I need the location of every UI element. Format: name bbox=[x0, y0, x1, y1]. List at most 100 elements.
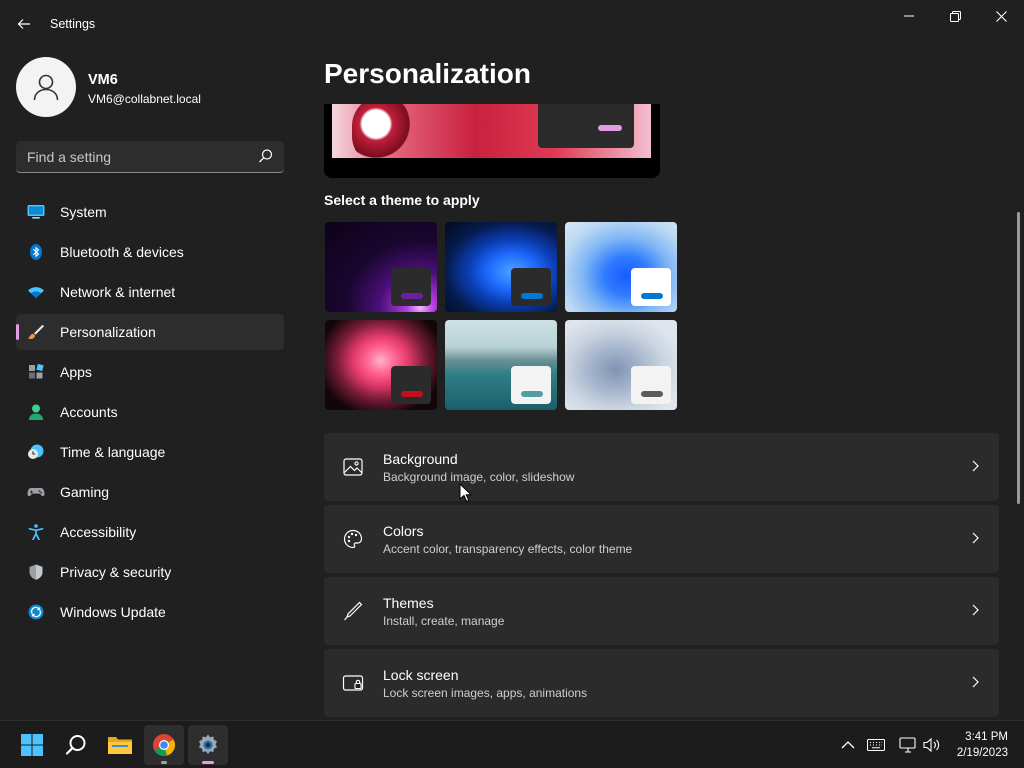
colors-settings-card[interactable]: Colors Accent color, transparency effect… bbox=[324, 505, 999, 573]
person-icon bbox=[29, 404, 43, 420]
pen-icon bbox=[344, 601, 363, 621]
clock-time: 3:41 PM bbox=[965, 731, 1008, 743]
running-indicator bbox=[161, 761, 167, 764]
sidebar-item-label: Windows Update bbox=[60, 604, 166, 620]
sidebar-item-privacy[interactable]: Privacy & security bbox=[16, 554, 284, 590]
bluetooth-icon bbox=[30, 244, 42, 260]
gamepad-icon bbox=[27, 488, 45, 497]
card-title: Colors bbox=[383, 523, 424, 539]
settings-window: Settings VM6 VM6@collabnet.local System … bbox=[0, 0, 1024, 720]
theme-accent-swatch bbox=[641, 391, 663, 397]
theme-tile-lake[interactable] bbox=[445, 320, 557, 410]
sidebar-item-label: Accounts bbox=[60, 404, 118, 420]
user-name: VM6 bbox=[88, 72, 118, 88]
close-icon bbox=[995, 10, 1007, 22]
content-scrollbar[interactable] bbox=[1017, 212, 1020, 504]
minimize-icon bbox=[904, 15, 914, 17]
sidebar-item-label: Accessibility bbox=[60, 524, 137, 540]
theme-tile-captured-motion[interactable] bbox=[325, 320, 437, 410]
back-arrow-icon bbox=[17, 19, 30, 29]
active-indicator bbox=[202, 761, 214, 764]
sidebar-item-label: Privacy & security bbox=[60, 564, 172, 580]
theme-tile-glow[interactable] bbox=[325, 222, 437, 312]
sidebar-item-label: Gaming bbox=[60, 484, 110, 500]
theme-mini-window bbox=[511, 366, 551, 404]
avatar[interactable] bbox=[16, 57, 76, 117]
clock-globe-icon bbox=[28, 444, 44, 459]
sidebar-item-label: Bluetooth & devices bbox=[60, 244, 184, 260]
theme-mini-window bbox=[511, 268, 551, 306]
lock-screen-settings-card[interactable]: Lock screen Lock screen images, apps, an… bbox=[324, 649, 999, 717]
theme-tile-flow[interactable] bbox=[565, 320, 677, 410]
chevron-right-icon bbox=[972, 532, 979, 544]
keyboard-icon bbox=[867, 739, 885, 751]
close-button[interactable] bbox=[978, 0, 1024, 32]
minimize-button[interactable] bbox=[886, 0, 932, 32]
chrome-icon bbox=[153, 734, 175, 757]
sidebar-item-time-language[interactable]: Time & language bbox=[16, 434, 284, 470]
theme-accent-swatch bbox=[401, 391, 423, 397]
sidebar-item-label: System bbox=[60, 204, 107, 220]
image-icon bbox=[343, 458, 363, 476]
restore-icon bbox=[949, 10, 961, 22]
sidebar-item-accessibility[interactable]: Accessibility bbox=[16, 514, 284, 550]
theme-mini-window bbox=[391, 366, 431, 404]
start-button[interactable] bbox=[12, 725, 52, 765]
network-wired-icon bbox=[899, 737, 916, 753]
settings-taskbar-button[interactable] bbox=[188, 725, 228, 765]
sidebar-item-accounts[interactable]: Accounts bbox=[16, 394, 284, 430]
card-title: Themes bbox=[383, 595, 434, 611]
apps-icon bbox=[29, 364, 44, 379]
theme-accent-swatch bbox=[401, 293, 423, 299]
sidebar-item-gaming[interactable]: Gaming bbox=[16, 474, 284, 510]
chevron-right-icon bbox=[972, 676, 979, 688]
file-explorer-button[interactable] bbox=[100, 725, 140, 765]
sidebar-item-apps[interactable]: Apps bbox=[16, 354, 284, 390]
sidebar-item-network[interactable]: Network & internet bbox=[16, 274, 284, 310]
maximize-button[interactable] bbox=[932, 0, 978, 32]
themes-settings-card[interactable]: Themes Install, create, manage bbox=[324, 577, 999, 645]
chrome-button[interactable] bbox=[144, 725, 184, 765]
card-subtitle: Lock screen images, apps, animations bbox=[383, 686, 588, 700]
theme-mini-window bbox=[391, 268, 431, 306]
keyboard-button[interactable] bbox=[866, 735, 886, 755]
user-email: VM6@collabnet.local bbox=[88, 92, 201, 106]
speaker-icon bbox=[923, 737, 940, 753]
chevron-right-icon bbox=[972, 460, 979, 472]
theme-tile-bloom-light[interactable] bbox=[565, 222, 677, 312]
volume-tray-button[interactable] bbox=[922, 735, 942, 755]
sidebar-item-windows-update[interactable]: Windows Update bbox=[16, 594, 284, 630]
network-tray-button[interactable] bbox=[898, 735, 918, 755]
taskbar-clock[interactable]: 3:41 PM 2/19/2023 bbox=[957, 729, 1008, 761]
theme-accent-swatch bbox=[641, 293, 663, 299]
background-settings-card[interactable]: Background Background image, color, slid… bbox=[324, 433, 999, 501]
search-taskbar-button[interactable] bbox=[56, 725, 96, 765]
search-icon bbox=[65, 735, 86, 755]
taskbar: 3:41 PM 2/19/2023 bbox=[0, 720, 1024, 768]
card-title: Lock screen bbox=[383, 667, 459, 683]
main-content: Select a theme to apply Background Backg… bbox=[324, 104, 1014, 720]
show-hidden-icons-button[interactable] bbox=[838, 735, 858, 755]
theme-preview bbox=[324, 104, 660, 178]
sidebar-item-system[interactable]: System bbox=[16, 194, 284, 230]
sidebar-item-label: Personalization bbox=[60, 324, 156, 340]
search-icon[interactable] bbox=[258, 148, 274, 164]
sidebar-item-bluetooth[interactable]: Bluetooth & devices bbox=[16, 234, 284, 270]
user-profile[interactable]: VM6 VM6@collabnet.local bbox=[16, 57, 286, 117]
back-button[interactable] bbox=[14, 14, 34, 34]
update-icon bbox=[28, 604, 44, 620]
title-bar: Settings bbox=[0, 0, 1024, 48]
theme-mini-window bbox=[631, 268, 671, 306]
search-input[interactable] bbox=[16, 141, 256, 172]
sidebar-item-personalization[interactable]: Personalization bbox=[16, 314, 284, 350]
sidebar-item-label: Apps bbox=[60, 364, 92, 380]
theme-accent-swatch bbox=[521, 391, 543, 397]
palette-icon bbox=[343, 529, 363, 549]
search-box[interactable] bbox=[16, 141, 284, 173]
shield-icon bbox=[29, 564, 43, 580]
chevron-up-icon bbox=[841, 741, 855, 749]
theme-tile-bloom-dark[interactable] bbox=[445, 222, 557, 312]
card-subtitle: Background image, color, slideshow bbox=[383, 470, 575, 484]
sidebar-item-label: Network & internet bbox=[60, 284, 176, 300]
lock-screen-icon bbox=[342, 675, 364, 691]
